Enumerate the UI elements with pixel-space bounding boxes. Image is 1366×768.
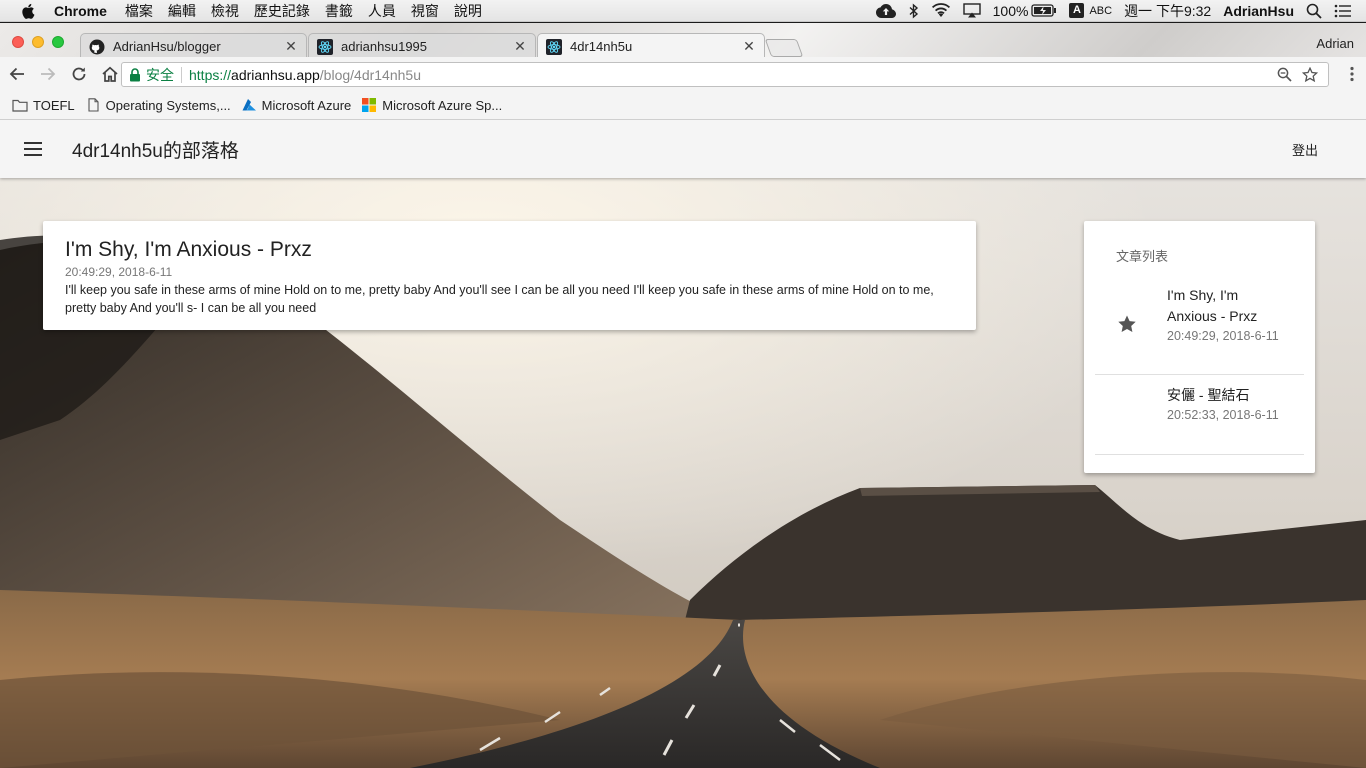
bookmark-microsoft-azure-sp[interactable]: Microsoft Azure Sp...: [361, 98, 502, 113]
list-item-title: 安儷 - 聖結石: [1167, 387, 1250, 403]
app-name-menu[interactable]: Chrome: [54, 3, 107, 19]
react-icon: [546, 38, 562, 55]
blog-brand-title[interactable]: 4dr14nh5u的部落格: [72, 136, 239, 163]
folder-icon: [12, 99, 28, 112]
article-list-heading: 文章列表: [1116, 249, 1169, 264]
bookmark-label: TOEFL: [33, 97, 75, 113]
address-bar[interactable]: 安全 https:// adrianhsu.app /blog/4dr14nh5…: [121, 62, 1329, 87]
window-zoom-button[interactable]: [52, 36, 64, 48]
airplay-icon[interactable]: [962, 3, 981, 18]
secure-label[interactable]: 安全: [146, 65, 174, 85]
tab-title: 4dr14nh5u: [570, 39, 633, 54]
bookmark-microsoft-azure[interactable]: Microsoft Azure: [241, 97, 352, 113]
react-icon: [317, 38, 333, 55]
profile-button[interactable]: Adrian: [1316, 36, 1354, 51]
list-item[interactable]: I'm Shy, I'm Anxious - Prxz 20:49:29, 20…: [1095, 276, 1304, 375]
post-body: I'll keep you safe in these arms of mine…: [65, 283, 934, 315]
menu-view[interactable]: 檢視: [211, 1, 239, 21]
web-page: 4dr14nh5u的部落格 登出 I'm Shy, I'm Anxious - …: [0, 120, 1366, 768]
post-card: I'm Shy, I'm Anxious - Prxz 20:49:29, 20…: [43, 221, 976, 330]
tab-title: adrianhsu1995: [341, 39, 428, 54]
tab-adrianhsu1995[interactable]: adrianhsu1995 ✕: [308, 33, 536, 59]
window-minimize-button[interactable]: [32, 36, 44, 48]
bookmark-label: Microsoft Azure: [261, 97, 352, 113]
lock-icon[interactable]: [129, 67, 141, 82]
tab-close-icon[interactable]: ✕: [742, 38, 756, 55]
tab-close-icon[interactable]: ✕: [284, 38, 298, 55]
azure-icon: [242, 99, 256, 111]
window-close-button[interactable]: [12, 36, 24, 48]
arrow-left-icon: [9, 67, 24, 81]
zoom-icon[interactable]: [1277, 67, 1292, 82]
hamburger-menu-icon[interactable]: [24, 142, 42, 156]
menu-people[interactable]: 人員: [368, 1, 396, 21]
back-button[interactable]: [3, 60, 31, 88]
omnibox-actions: [1277, 66, 1328, 83]
arrow-right-icon: [41, 67, 56, 81]
apple-menu-icon[interactable]: [20, 2, 38, 20]
post-date: 20:49:29, 2018-6-11: [65, 265, 173, 279]
bookmark-label: Operating Systems,...: [105, 97, 231, 113]
menu-file[interactable]: 檔案: [125, 1, 153, 21]
forward-button[interactable]: [34, 60, 62, 88]
home-icon: [102, 66, 118, 82]
input-source-label[interactable]: ABC: [1089, 5, 1112, 17]
reload-icon: [72, 67, 86, 81]
battery-percent: 100%: [992, 2, 1029, 19]
wifi-icon[interactable]: [931, 3, 951, 18]
github-icon: [89, 39, 105, 54]
cloud-upload-icon[interactable]: [875, 3, 897, 19]
article-list-card: 文章列表 I'm Shy, I'm Anxious - Prxz 20:49:2…: [1084, 221, 1315, 473]
bookmark-label: Microsoft Azure Sp...: [382, 97, 503, 113]
page-icon: [88, 98, 99, 112]
tab-github-blogger[interactable]: AdrianHsu/blogger ✕: [80, 33, 307, 59]
reload-button[interactable]: [65, 60, 93, 88]
spotlight-search-icon[interactable]: [1306, 3, 1322, 19]
menubar-user[interactable]: AdrianHsu: [1223, 3, 1294, 19]
bookmark-operating-systems[interactable]: Operating Systems,...: [85, 98, 231, 113]
list-item[interactable]: 安儷 - 聖結石 20:52:33, 2018-6-11: [1095, 375, 1304, 455]
notification-center-icon[interactable]: [1334, 4, 1352, 18]
more-options-icon[interactable]: [1350, 66, 1354, 82]
home-button[interactable]: [96, 60, 124, 88]
list-item-date: 20:49:29, 2018-6-11: [1167, 329, 1279, 343]
list-item-title: I'm Shy, I'm Anxious - Prxz: [1167, 287, 1258, 324]
post-title: I'm Shy, I'm Anxious - Prxz: [65, 238, 312, 261]
bookmark-star-icon[interactable]: [1302, 66, 1318, 83]
status-area: 100% A ABC 週一 下午9:32 AdrianHsu: [863, 0, 1366, 22]
input-source-icon[interactable]: A: [1069, 3, 1085, 18]
url-scheme: https://: [189, 66, 232, 83]
microsoft-icon: [362, 98, 377, 112]
omnibox-divider: [181, 66, 182, 83]
list-item-date: 20:52:33, 2018-6-11: [1167, 408, 1279, 422]
menu-window[interactable]: 視窗: [411, 1, 439, 21]
url-host: adrianhsu.app: [231, 66, 320, 83]
menu-bookmarks[interactable]: 書籤: [325, 1, 353, 21]
menu-help[interactable]: 說明: [454, 1, 482, 21]
logout-button[interactable]: 登出: [1292, 140, 1318, 159]
bluetooth-icon[interactable]: [909, 2, 919, 19]
menu-edit[interactable]: 編輯: [168, 1, 196, 21]
menu-history[interactable]: 歷史記錄: [254, 1, 310, 21]
app-bar: 4dr14nh5u的部落格 登出: [0, 120, 1366, 178]
bookmarks-bar: TOEFL Operating Systems,... Microsoft Az…: [0, 91, 1366, 120]
star-icon: [1118, 315, 1136, 332]
macos-menubar: Chrome 檔案 編輯 檢視 歷史記錄 書籤 人員 視窗 說明 100% A …: [0, 0, 1366, 22]
tab-close-icon[interactable]: ✕: [513, 38, 527, 55]
tab-4dr14nh5u[interactable]: 4dr14nh5u ✕: [537, 33, 765, 59]
browser-chrome: AdrianHsu/blogger ✕ adrianhsu1995 ✕ 4dr1…: [0, 23, 1366, 120]
battery-charging-icon[interactable]: [1031, 4, 1057, 17]
bookmark-toefl[interactable]: TOEFL: [12, 98, 75, 113]
browser-toolbar: 安全 https:// adrianhsu.app /blog/4dr14nh5…: [0, 57, 1366, 91]
tab-title: AdrianHsu/blogger: [113, 39, 221, 54]
menubar-clock[interactable]: 週一 下午9:32: [1124, 1, 1211, 21]
url-path: /blog/4dr14nh5u: [319, 66, 421, 83]
new-tab-button[interactable]: [764, 39, 804, 57]
